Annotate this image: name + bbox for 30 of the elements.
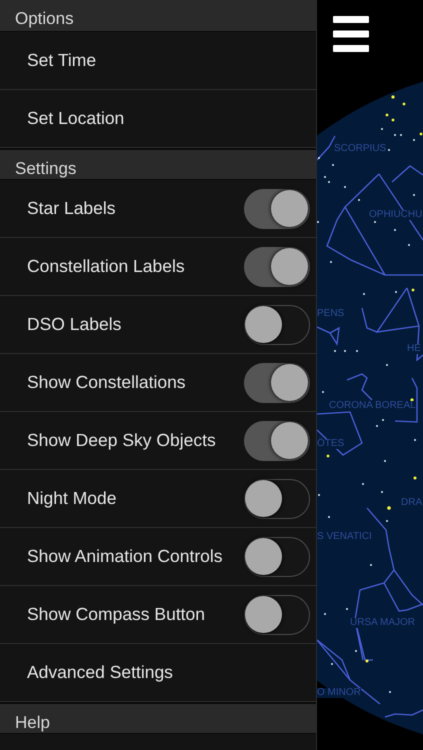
section-header: Help: [0, 702, 316, 734]
toggle-switch[interactable]: [244, 536, 310, 576]
menu-icon[interactable]: [333, 16, 369, 52]
constellation-label: O MINOR: [317, 688, 361, 698]
toggle-switch[interactable]: [244, 304, 310, 344]
constellation-label: S VENATICI: [317, 532, 372, 542]
setting-label: Show Constellations: [27, 372, 186, 393]
toggle-switch[interactable]: [244, 594, 310, 634]
toggle-switch[interactable]: [244, 246, 310, 286]
constellation-label: URSA MAJOR: [350, 618, 416, 628]
constellation-label: DRA: [401, 498, 422, 508]
setting-label: Show Animation Controls: [27, 546, 223, 567]
setting-label: Constellation Labels: [27, 256, 185, 277]
toggle-switch[interactable]: [244, 478, 310, 518]
setting-label: Star Labels: [27, 198, 116, 219]
setting-label: Show Compass Button: [27, 604, 206, 625]
constellation-label: SCORPIUS: [334, 144, 386, 154]
setting-label: DSO Labels: [27, 314, 122, 335]
toggle-switch[interactable]: [244, 420, 310, 460]
setting-label: Show Deep Sky Objects: [27, 430, 216, 451]
toggle-switch[interactable]: [244, 188, 310, 228]
constellation-label: ÖTES: [317, 439, 344, 449]
constellation-label: CORONA BOREAL: [329, 401, 416, 411]
section-header: Options: [0, 0, 316, 32]
toggle-switch[interactable]: [244, 362, 310, 402]
constellation-label: OPHIUCHU: [369, 210, 422, 220]
setting-label: Night Mode: [27, 488, 116, 509]
constellation-label: PENS: [317, 309, 344, 319]
constellation-label: HE: [407, 344, 421, 354]
section-header: Settings: [0, 148, 316, 180]
